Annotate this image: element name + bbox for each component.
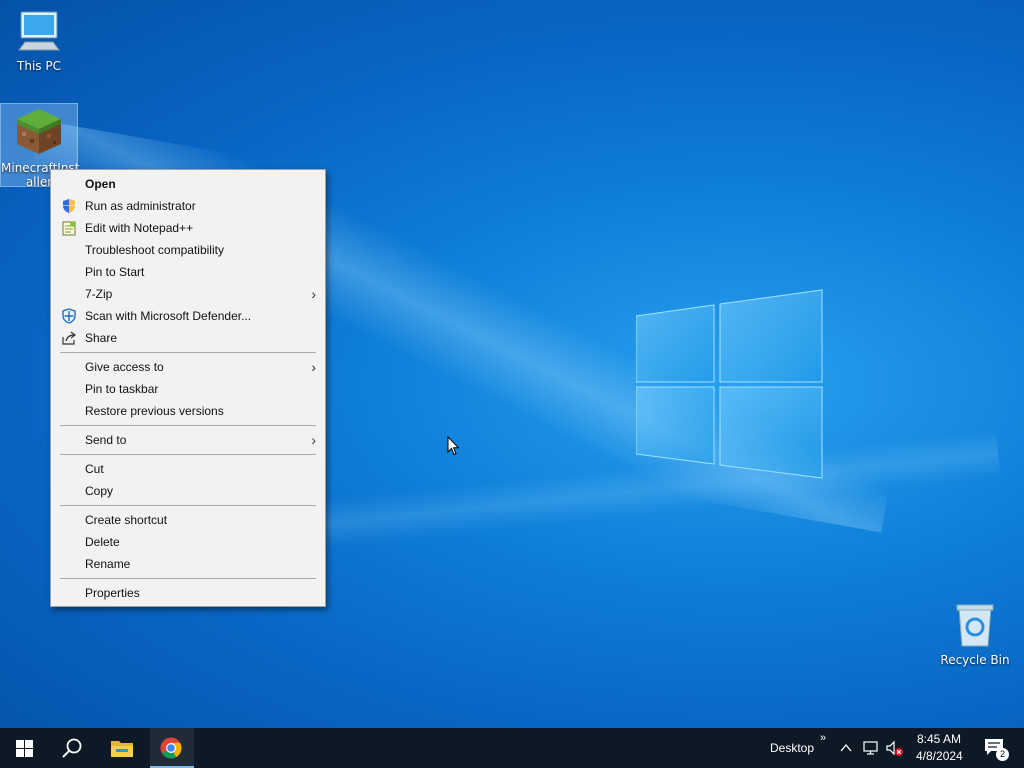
windows-logo-wallpaper xyxy=(636,289,823,479)
context-menu: Open Run as administrator Edit with Note… xyxy=(50,169,326,607)
menu-item-share[interactable]: Share xyxy=(51,327,325,349)
menu-item-7-zip[interactable]: 7-Zip › xyxy=(51,283,325,305)
menu-separator xyxy=(60,425,316,426)
clock-date[interactable]: 4/8/2024 xyxy=(916,749,963,763)
search-button[interactable] xyxy=(48,728,96,768)
menu-item-label: Cut xyxy=(85,462,104,476)
desktop-icon-this-pc[interactable]: This PC xyxy=(1,8,77,73)
menu-item-label: Edit with Notepad++ xyxy=(85,221,194,235)
menu-item-label: Create shortcut xyxy=(85,513,168,527)
network-icon[interactable] xyxy=(862,740,880,756)
menu-item-copy[interactable]: Copy xyxy=(51,480,325,502)
start-button[interactable] xyxy=(0,728,48,768)
menu-item-label: Rename xyxy=(85,557,131,571)
chevron-right-icon: › xyxy=(311,286,316,302)
mouse-cursor-icon xyxy=(447,436,460,456)
action-center-button[interactable]: 2 xyxy=(976,728,1016,768)
taskbar-file-explorer[interactable] xyxy=(98,728,146,768)
menu-item-delete[interactable]: Delete xyxy=(51,531,325,553)
menu-item-label: 7-Zip xyxy=(85,287,113,301)
chevron-right-icon: › xyxy=(311,359,316,375)
menu-item-send-to[interactable]: Send to › xyxy=(51,429,325,451)
windows-start-icon xyxy=(16,740,33,757)
desktop-icon-label: Recycle Bin xyxy=(940,653,1010,667)
menu-separator xyxy=(60,505,316,506)
folder-icon xyxy=(111,741,133,757)
menu-item-rename[interactable]: Rename xyxy=(51,553,325,575)
menu-item-label: Restore previous versions xyxy=(85,404,224,418)
menu-item-label: Run as administrator xyxy=(85,199,196,213)
chrome-icon xyxy=(160,737,182,759)
menu-item-scan-with-defender[interactable]: Scan with Microsoft Defender... xyxy=(51,305,325,327)
desktop-icon-label: This PC xyxy=(17,59,61,73)
menu-separator xyxy=(60,578,316,579)
volume-muted-icon[interactable] xyxy=(885,740,905,758)
chevron-right-icon: › xyxy=(311,432,316,448)
menu-item-edit-with-notepad-plus-plus[interactable]: Edit with Notepad++ xyxy=(51,217,325,239)
menu-item-label: Copy xyxy=(85,484,114,498)
menu-item-open[interactable]: Open xyxy=(51,173,325,195)
menu-separator xyxy=(60,454,316,455)
search-icon xyxy=(62,738,82,758)
desktop-icon-recycle-bin[interactable]: Recycle Bin xyxy=(937,602,1013,667)
menu-item-pin-to-start[interactable]: Pin to Start xyxy=(51,261,325,283)
menu-item-create-shortcut[interactable]: Create shortcut xyxy=(51,509,325,531)
recycle-bin-icon xyxy=(956,604,994,647)
menu-item-label: Share xyxy=(85,331,118,345)
share-icon xyxy=(62,331,76,345)
menu-item-label: Open xyxy=(85,177,116,191)
taskbar: Desktop » 8:45 AM 4/8/2024 2 xyxy=(0,728,1024,768)
menu-item-label: Pin to taskbar xyxy=(85,382,159,396)
menu-item-label: Troubleshoot compatibility xyxy=(85,243,224,257)
notification-badge: 2 xyxy=(996,748,1009,761)
toolbar-expand-icon[interactable]: » xyxy=(820,732,826,744)
taskbar-chrome[interactable] xyxy=(150,728,194,768)
minecraft-grass-block-icon xyxy=(17,109,61,154)
notepad-plus-plus-icon xyxy=(62,221,76,236)
menu-item-label: Delete xyxy=(85,535,120,549)
menu-item-troubleshoot-compatibility[interactable]: Troubleshoot compatibility xyxy=(51,239,325,261)
desktop-toolbar-label[interactable]: Desktop xyxy=(770,741,814,755)
menu-item-label: Pin to Start xyxy=(85,265,145,279)
menu-item-pin-to-taskbar[interactable]: Pin to taskbar xyxy=(51,378,325,400)
menu-item-cut[interactable]: Cut xyxy=(51,458,325,480)
menu-separator xyxy=(60,352,316,353)
defender-icon xyxy=(62,308,76,324)
computer-icon xyxy=(18,11,60,51)
menu-item-run-as-administrator[interactable]: Run as administrator xyxy=(51,195,325,217)
menu-item-restore-previous-versions[interactable]: Restore previous versions xyxy=(51,400,325,422)
menu-item-properties[interactable]: Properties xyxy=(51,582,325,604)
shield-icon xyxy=(63,199,75,213)
menu-item-label: Give access to xyxy=(85,360,164,374)
menu-item-label: Scan with Microsoft Defender... xyxy=(85,309,252,323)
clock-time[interactable]: 8:45 AM xyxy=(917,732,961,746)
menu-item-give-access-to[interactable]: Give access to › xyxy=(51,356,325,378)
menu-item-label: Send to xyxy=(85,433,127,447)
menu-item-label: Properties xyxy=(85,586,140,600)
chevron-up-icon[interactable] xyxy=(839,741,853,755)
